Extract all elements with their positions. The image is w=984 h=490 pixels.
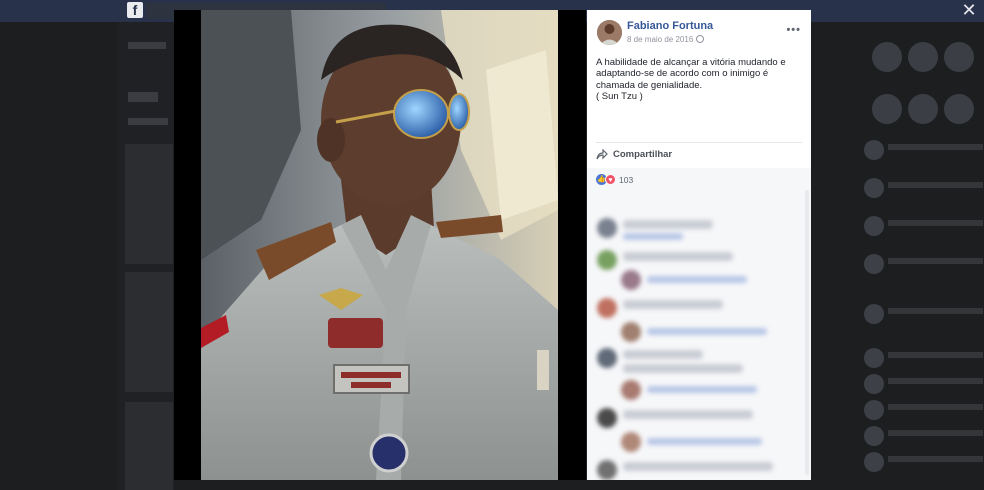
photo-illustration <box>201 10 558 480</box>
author-name[interactable]: Fabiano Fortuna <box>627 20 713 32</box>
post-date[interactable]: 8 de maio de 2016 <box>627 35 693 44</box>
post-info-panel: Fabiano Fortuna 8 de maio de 2016 ••• A … <box>587 10 811 480</box>
avatar-image <box>597 20 622 45</box>
close-icon[interactable]: ✕ <box>958 0 980 20</box>
more-options-icon[interactable]: ••• <box>786 24 801 36</box>
background-sidebar <box>812 22 984 490</box>
love-reaction-icon: ♥ <box>605 174 616 185</box>
share-icon <box>596 149 608 160</box>
globe-icon <box>696 35 704 43</box>
share-button[interactable]: Compartilhar <box>596 149 672 160</box>
reaction-count: 103 <box>619 174 634 185</box>
reactions-summary[interactable]: 👍 ♥ 103 <box>596 174 633 185</box>
comments-scrollbar[interactable] <box>805 190 809 475</box>
blurred-comments <box>591 198 809 480</box>
divider <box>596 142 802 143</box>
post-photo[interactable] <box>201 10 558 480</box>
photo-viewer <box>174 10 586 480</box>
facebook-logo: f <box>127 2 143 18</box>
post-text: A habilidade de alcançar a vitória mudan… <box>596 57 786 103</box>
avatar[interactable] <box>597 20 622 45</box>
share-label: Compartilhar <box>613 149 673 160</box>
background-photos-column <box>118 22 174 490</box>
